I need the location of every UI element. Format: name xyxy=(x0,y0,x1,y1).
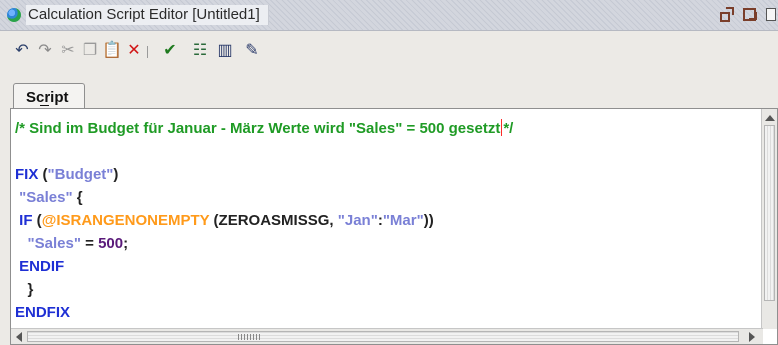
code-token: */ xyxy=(503,120,514,137)
calc-script-editor-window: Calculation Script Editor [Untitled1] ↶ ↷… xyxy=(0,0,778,345)
tab-strip: Script xyxy=(0,71,778,110)
scroll-right-icon[interactable] xyxy=(749,332,755,342)
code-area[interactable]: /* Sind im Budget für Januar - März Wert… xyxy=(15,117,757,324)
code-token: FIX xyxy=(15,166,39,183)
code-token: = xyxy=(80,235,99,252)
code-token: "Budget" xyxy=(47,166,114,183)
horizontal-scrollbar[interactable] xyxy=(11,328,763,344)
code-token: "Sales" xyxy=(27,235,81,252)
script-editor[interactable]: /* Sind im Budget für Januar - März Wert… xyxy=(10,108,778,345)
code-token: ENDIF xyxy=(19,258,65,275)
toolbar-separator xyxy=(147,46,148,58)
delete-icon[interactable]: ✕ xyxy=(124,41,144,61)
code-token: @ISRANGENONEMPTY xyxy=(41,212,210,229)
undo-icon[interactable]: ↶ xyxy=(12,41,32,61)
code-line: IF (@ISRANGENONEMPTY (ZEROASMISSG, "Jan"… xyxy=(15,209,757,232)
code-line: ENDFIX xyxy=(15,301,757,324)
maximize-icon[interactable] xyxy=(742,6,758,22)
code-token: "Jan" xyxy=(337,212,378,229)
code-token: ; xyxy=(123,235,129,252)
code-line: FIX ("Budget") xyxy=(15,163,757,186)
code-token: ENDFIX xyxy=(15,304,71,321)
horizontal-scroll-thumb[interactable] xyxy=(27,331,739,342)
code-token: ( xyxy=(32,212,42,229)
title-bar-controls xyxy=(720,6,776,24)
code-line: } xyxy=(15,278,757,301)
panel-icon[interactable] xyxy=(764,6,776,22)
script-editor-icon xyxy=(7,8,21,22)
title-box: Calculation Script Editor [Untitled1] xyxy=(26,5,269,25)
redo-icon[interactable]: ↷ xyxy=(35,41,55,61)
code-token: ) xyxy=(113,166,119,183)
code-token: ( xyxy=(38,166,48,183)
code-token: "Mar" xyxy=(382,212,424,229)
paste-icon[interactable]: 📋 xyxy=(102,41,122,61)
validate-icon[interactable]: ✔ xyxy=(160,41,180,61)
vertical-scrollbar[interactable] xyxy=(761,109,777,329)
code-token: /* Sind im Budget für Januar - März Wert… xyxy=(15,120,501,137)
scroll-left-icon[interactable] xyxy=(16,332,22,342)
code-token: IF xyxy=(19,212,33,229)
code-token: } xyxy=(15,281,34,298)
code-line: "Sales" = 500; xyxy=(15,232,757,255)
code-line: ENDIF xyxy=(15,255,757,278)
code-token: "Sales" xyxy=(19,189,73,206)
outline-icon[interactable]: ☷ xyxy=(190,41,210,61)
mnemonic-underline xyxy=(40,105,49,106)
edit-script-icon[interactable]: ✎ xyxy=(242,41,262,61)
tab-script[interactable]: Script xyxy=(13,83,85,110)
scroll-grip xyxy=(238,334,262,340)
code-token: 500 xyxy=(98,235,124,252)
restore-icon[interactable] xyxy=(720,6,736,22)
vertical-scroll-thumb[interactable] xyxy=(764,125,775,301)
code-token: (ZEROASMISSG, xyxy=(209,212,338,229)
code-token: )) xyxy=(423,212,434,229)
cut-icon[interactable]: ✂ xyxy=(58,41,78,61)
tab-label: Script xyxy=(26,89,69,106)
window-title: Calculation Script Editor [Untitled1] xyxy=(28,6,260,23)
title-bar: Calculation Script Editor [Untitled1] xyxy=(0,0,778,31)
scroll-up-icon[interactable] xyxy=(765,115,775,121)
code-line: /* Sind im Budget für Januar - März Wert… xyxy=(15,117,757,140)
copy-icon[interactable]: ❐ xyxy=(80,41,100,61)
code-token: { xyxy=(72,189,83,206)
members-icon[interactable]: ▥ xyxy=(215,41,235,61)
toolbar: ↶ ↷ ✂ ❐ 📋 ✕ ✔ ☷ ▥ ✎ xyxy=(0,31,778,70)
code-line: "Sales" { xyxy=(15,186,757,209)
